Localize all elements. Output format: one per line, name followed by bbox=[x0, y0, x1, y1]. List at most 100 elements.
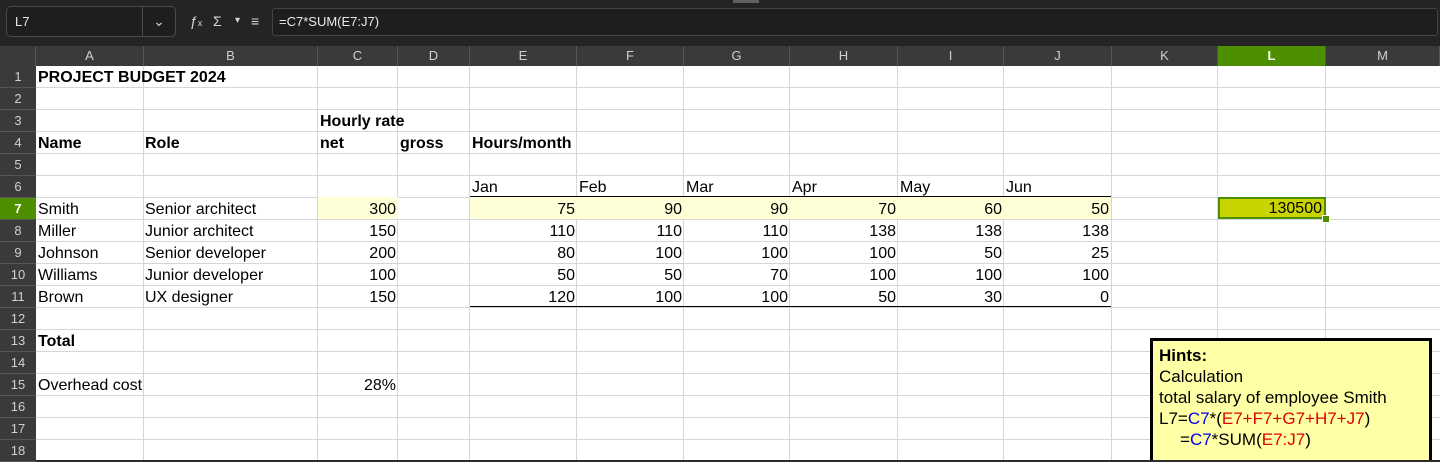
row-header-17[interactable]: 17 bbox=[0, 418, 36, 440]
month-may[interactable]: May bbox=[898, 176, 930, 198]
row-header-11[interactable]: 11 bbox=[0, 286, 36, 308]
row-header-6[interactable]: 6 bbox=[0, 176, 36, 198]
overhead-label[interactable]: Overhead cost bbox=[36, 374, 142, 396]
month-jun[interactable]: Jun bbox=[1004, 176, 1032, 198]
employee-hours[interactable]: 110 bbox=[684, 220, 790, 242]
sum-dropdown-icon[interactable]: ▾ bbox=[235, 12, 240, 30]
employee-hours[interactable]: 75 bbox=[470, 198, 577, 220]
employee-hours[interactable]: 100 bbox=[577, 286, 684, 308]
row-header-2[interactable]: 2 bbox=[0, 88, 36, 110]
month-mar[interactable]: Mar bbox=[684, 176, 714, 198]
employee-hours[interactable]: 120 bbox=[470, 286, 577, 308]
employee-hours[interactable]: 138 bbox=[790, 220, 898, 242]
hours-header[interactable]: Hours/month bbox=[470, 132, 572, 154]
employee-hours[interactable]: 25 bbox=[1004, 242, 1111, 264]
employee-role[interactable]: Junior architect bbox=[143, 220, 254, 242]
employee-net-rate[interactable]: 150 bbox=[318, 286, 398, 308]
employee-net-rate[interactable]: 150 bbox=[318, 220, 398, 242]
employee-hours[interactable]: 30 bbox=[898, 286, 1004, 308]
row-header-1[interactable]: 1 bbox=[0, 66, 36, 88]
row-header-18[interactable]: 18 bbox=[0, 440, 36, 462]
employee-hours[interactable]: 70 bbox=[790, 198, 898, 220]
column-header-l[interactable]: L bbox=[1218, 46, 1326, 66]
fill-handle[interactable] bbox=[1322, 215, 1330, 223]
hourly-rate-header[interactable]: Hourly rate bbox=[318, 110, 404, 132]
employee-name[interactable]: Miller bbox=[36, 220, 76, 242]
employee-hours[interactable]: 50 bbox=[1004, 198, 1111, 220]
l7-value[interactable]: 130500 bbox=[1218, 197, 1324, 219]
employee-hours[interactable]: 60 bbox=[898, 198, 1004, 220]
window-drag-handle[interactable] bbox=[733, 0, 759, 3]
row-header-5[interactable]: 5 bbox=[0, 154, 36, 176]
employee-role[interactable]: Junior developer bbox=[143, 264, 263, 286]
row-header-3[interactable]: 3 bbox=[0, 110, 36, 132]
column-header-m[interactable]: M bbox=[1326, 46, 1440, 66]
employee-hours[interactable]: 100 bbox=[898, 264, 1004, 286]
employee-role[interactable]: Senior developer bbox=[143, 242, 266, 264]
column-header-a[interactable]: A bbox=[36, 46, 144, 66]
employee-hours[interactable]: 70 bbox=[684, 264, 790, 286]
name-box[interactable]: L7 ⌄ bbox=[6, 6, 176, 37]
column-header-h[interactable]: H bbox=[790, 46, 898, 66]
column-header-d[interactable]: D bbox=[398, 46, 470, 66]
month-apr[interactable]: Apr bbox=[790, 176, 817, 198]
employee-net-rate[interactable]: 100 bbox=[318, 264, 398, 286]
name-box-value[interactable]: L7 bbox=[15, 14, 29, 29]
name-header[interactable]: Name bbox=[36, 132, 82, 154]
formula-input[interactable]: =C7*SUM(E7:J7) bbox=[272, 8, 1438, 36]
employee-hours[interactable]: 50 bbox=[577, 264, 684, 286]
row-header-10[interactable]: 10 bbox=[0, 264, 36, 286]
employee-hours[interactable]: 100 bbox=[684, 242, 790, 264]
employee-net-rate[interactable]: 300 bbox=[318, 198, 398, 220]
chevron-down-icon[interactable]: ⌄ bbox=[142, 7, 175, 36]
formula-text[interactable]: =C7*SUM(E7:J7) bbox=[279, 14, 379, 29]
employee-hours[interactable]: 50 bbox=[470, 264, 577, 286]
employee-name[interactable]: Williams bbox=[36, 264, 98, 286]
month-feb[interactable]: Feb bbox=[577, 176, 607, 198]
role-header[interactable]: Role bbox=[143, 132, 180, 154]
net-header[interactable]: net bbox=[318, 132, 344, 154]
spreadsheet-grid[interactable]: PROJECT BUDGET 2024 Hourly rate Name Rol… bbox=[36, 66, 1440, 460]
employee-name[interactable]: Brown bbox=[36, 286, 83, 308]
employee-hours[interactable]: 100 bbox=[1004, 264, 1111, 286]
employee-hours[interactable]: 138 bbox=[1004, 220, 1111, 242]
row-header-7[interactable]: 7 bbox=[0, 198, 36, 220]
row-header-13[interactable]: 13 bbox=[0, 330, 36, 352]
column-header-f[interactable]: F bbox=[577, 46, 684, 66]
function-wizard-icon[interactable]: ƒx bbox=[190, 12, 202, 32]
employee-name[interactable]: Smith bbox=[36, 198, 79, 220]
row-header-4[interactable]: 4 bbox=[0, 132, 36, 154]
employee-hours[interactable]: 90 bbox=[577, 198, 684, 220]
employee-hours[interactable]: 90 bbox=[684, 198, 790, 220]
employee-role[interactable]: UX designer bbox=[143, 286, 233, 308]
gross-header[interactable]: gross bbox=[398, 132, 444, 154]
row-header-14[interactable]: 14 bbox=[0, 352, 36, 374]
overhead-value[interactable]: 28% bbox=[318, 374, 398, 396]
total-label[interactable]: Total bbox=[36, 330, 75, 352]
sheet-title[interactable]: PROJECT BUDGET 2024 bbox=[36, 66, 226, 88]
employee-name[interactable]: Johnson bbox=[36, 242, 99, 264]
employee-hours[interactable]: 50 bbox=[898, 242, 1004, 264]
employee-hours[interactable]: 100 bbox=[577, 242, 684, 264]
employee-hours[interactable]: 110 bbox=[470, 220, 577, 242]
row-header-16[interactable]: 16 bbox=[0, 396, 36, 418]
select-all-corner[interactable] bbox=[0, 46, 36, 66]
column-header-c[interactable]: C bbox=[318, 46, 398, 66]
row-header-8[interactable]: 8 bbox=[0, 220, 36, 242]
month-jan[interactable]: Jan bbox=[470, 176, 498, 198]
sum-icon[interactable]: Σ bbox=[213, 12, 222, 30]
employee-hours[interactable]: 0 bbox=[1004, 286, 1111, 308]
employee-hours[interactable]: 100 bbox=[790, 242, 898, 264]
row-header-9[interactable]: 9 bbox=[0, 242, 36, 264]
employee-hours[interactable]: 50 bbox=[790, 286, 898, 308]
column-header-b[interactable]: B bbox=[144, 46, 318, 66]
column-header-k[interactable]: K bbox=[1112, 46, 1218, 66]
employee-hours[interactable]: 110 bbox=[577, 220, 684, 242]
column-header-j[interactable]: J bbox=[1004, 46, 1112, 66]
row-header-12[interactable]: 12 bbox=[0, 308, 36, 330]
employee-hours[interactable]: 100 bbox=[790, 264, 898, 286]
employee-hours[interactable]: 100 bbox=[684, 286, 790, 308]
employee-hours[interactable]: 138 bbox=[898, 220, 1004, 242]
employee-hours[interactable]: 80 bbox=[470, 242, 577, 264]
column-header-g[interactable]: G bbox=[684, 46, 790, 66]
